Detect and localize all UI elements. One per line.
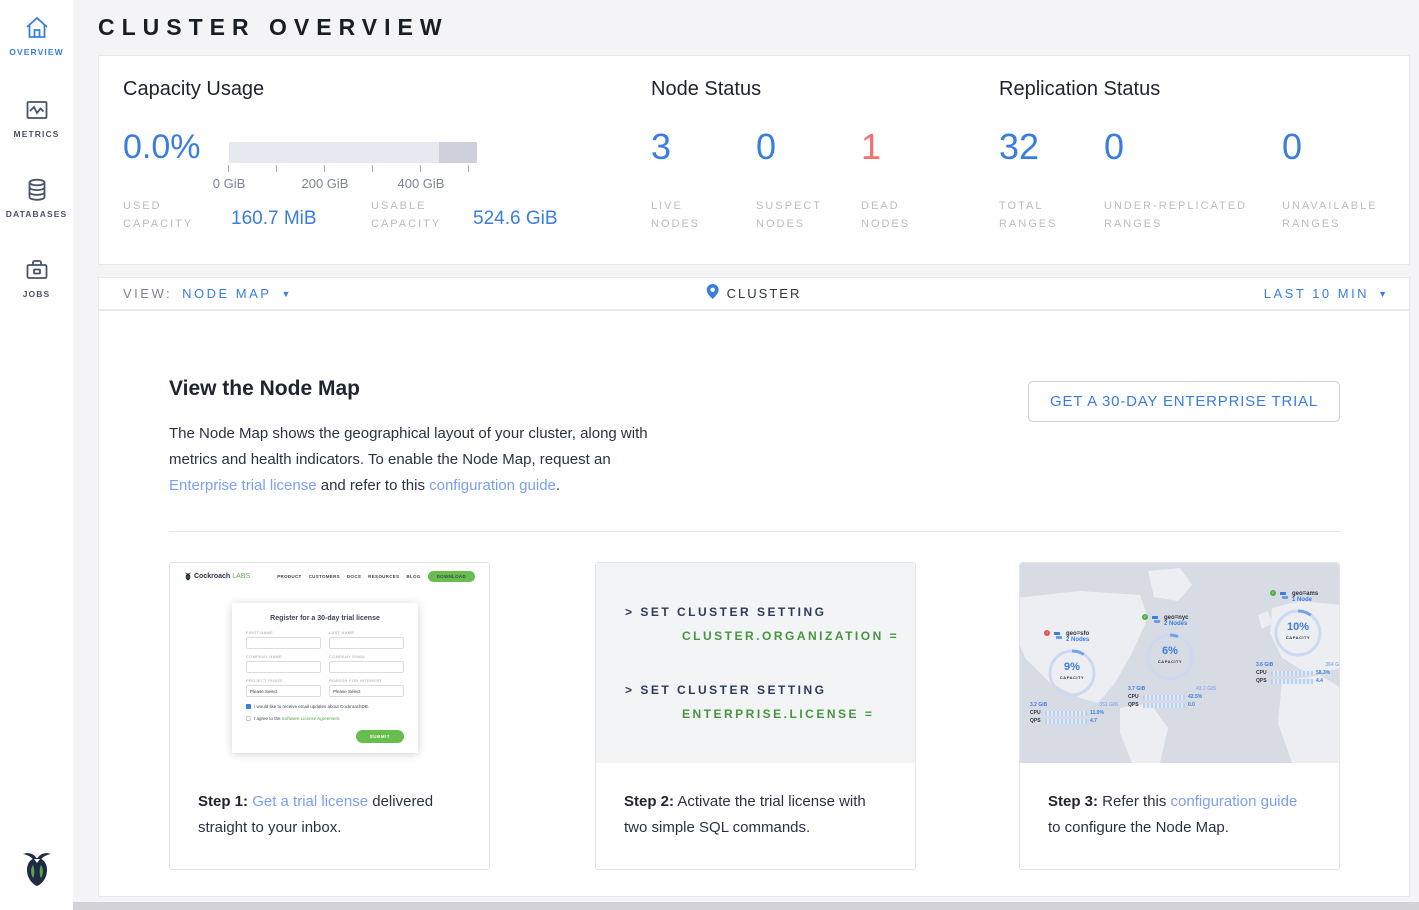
step3-caption: Step 3: Refer this configuration guide t… <box>1020 763 1339 841</box>
under-replicated-ranges-count: 0 <box>1104 128 1124 166</box>
section-title: View the Node Map <box>169 377 360 401</box>
home-icon <box>0 14 73 42</box>
sidebar-item-label: DATABASES <box>0 209 73 219</box>
dead-nodes-label: DEADNODES <box>861 197 910 233</box>
registration-screenshot: CockroachLABS PRODUCTCUSTOMERS DOCSRESOU… <box>170 563 489 763</box>
locality-ams: ✓ geo=ams 1 Node 10% CAPACITY 3.6 GiB364… <box>1256 591 1339 684</box>
usable-capacity-value: 524.6 GiB <box>473 208 558 230</box>
live-nodes-count: 3 <box>651 128 671 166</box>
capacity-donut: 10% CAPACITY <box>1270 605 1326 661</box>
usable-capacity-label: USABLECAPACITY <box>371 197 441 233</box>
metrics-icon <box>0 96 73 124</box>
step2-caption: Step 2: Activate the trial license with … <box>596 763 915 841</box>
used-capacity-label: USEDCAPACITY <box>123 197 193 233</box>
step1-card: CockroachLABS PRODUCTCUSTOMERS DOCSRESOU… <box>169 562 490 870</box>
capacity-used-percent: 0.0% <box>123 128 201 166</box>
mini-download-button: DOWNLOAD <box>428 571 475 582</box>
sidebar-item-label: METRICS <box>0 129 73 139</box>
divider <box>169 531 1340 532</box>
capacity-axis-tick: 200 GiB <box>302 176 349 191</box>
total-ranges-label: TOTALRANGES <box>999 197 1057 233</box>
sidebar-item-label: JOBS <box>0 289 73 299</box>
cluster-scope-label: CLUSTER <box>727 286 802 301</box>
registration-form: Register for a 30-day trial license FIRS… <box>232 603 418 753</box>
capacity-donut: 9% CAPACITY <box>1044 645 1100 701</box>
under-replicated-ranges-label: UNDER-REPLICATEDRANGES <box>1104 197 1247 233</box>
capacity-usage-title: Capacity Usage <box>123 78 264 101</box>
used-capacity-value: 160.7 MiB <box>231 208 317 230</box>
suspect-nodes-label: SUSPECTNODES <box>756 197 822 233</box>
locality-nyc: ✓ geo=nyc 2 Nodes 6% CAPACITY 3.7 GiB43.… <box>1128 615 1224 708</box>
page-title: CLUSTER OVERVIEW <box>98 14 449 41</box>
get-trial-license-link[interactable]: Get a trial license <box>252 793 368 810</box>
live-nodes-label: LIVENODES <box>651 197 700 233</box>
alert-badge-icon: ! <box>1044 630 1050 636</box>
dead-nodes-count: 1 <box>861 128 881 166</box>
capacity-donut: 6% CAPACITY <box>1142 629 1198 685</box>
step2-card: > SET CLUSTER SETTING CLUSTER.ORGANIZATI… <box>595 562 916 870</box>
mini-site-nav: PRODUCTCUSTOMERS DOCSRESOURCES BLOG DOWN… <box>277 571 475 582</box>
capacity-axis-tick: 400 GiB <box>398 176 445 191</box>
capacity-bar-reserved-segment <box>439 142 477 163</box>
sidebar-item-jobs[interactable]: JOBS <box>0 256 73 299</box>
view-selector-dropdown[interactable]: VIEW: NODE MAP ▼ <box>123 278 290 309</box>
sidebar-item-databases[interactable]: DATABASES <box>0 176 73 219</box>
cockroach-labs-logo-icon <box>0 847 73 896</box>
suspect-nodes-count: 0 <box>756 128 776 166</box>
briefcase-icon <box>0 256 73 284</box>
chevron-down-icon: ▼ <box>281 289 290 299</box>
locality-sfo: ! geo=sfo 2 Nodes 9% CAPACITY 3.2 GiB351… <box>1030 631 1126 724</box>
node-map-image: ! geo=sfo 2 Nodes 9% CAPACITY 3.2 GiB351… <box>1020 563 1339 763</box>
enterprise-trial-button[interactable]: GET A 30-DAY ENTERPRISE TRIAL <box>1028 381 1340 422</box>
unavailable-ranges-label: UNAVAILABLERANGES <box>1282 197 1378 233</box>
time-range-dropdown[interactable]: LAST 10 MIN ▼ <box>1264 278 1387 309</box>
sql-commands-image: > SET CLUSTER SETTING CLUSTER.ORGANIZATI… <box>596 563 915 763</box>
replication-status-title: Replication Status <box>999 78 1160 101</box>
enterprise-trial-license-link[interactable]: Enterprise trial license <box>169 477 317 494</box>
node-map-panel: View the Node Map The Node Map shows the… <box>98 310 1410 897</box>
node-status-title: Node Status <box>651 78 761 101</box>
capacity-usage-bar <box>229 142 477 163</box>
step1-caption: Step 1: Get a trial license delivered st… <box>170 763 489 841</box>
view-selected-value: NODE MAP <box>182 286 271 301</box>
bottom-strip <box>73 902 1419 910</box>
sidebar-item-label: OVERVIEW <box>0 47 73 57</box>
view-bar: VIEW: NODE MAP ▼ CLUSTER LAST 10 MIN ▼ <box>98 277 1410 310</box>
configuration-guide-link[interactable]: configuration guide <box>1171 793 1298 810</box>
capacity-axis-tick: 0 GiB <box>213 176 246 191</box>
cluster-summary-card: Capacity Usage 0.0% 0 GiB 200 GiB 400 Gi… <box>98 55 1410 265</box>
sidebar-item-metrics[interactable]: METRICS <box>0 96 73 139</box>
chevron-down-icon: ▼ <box>1378 289 1387 299</box>
healthy-badge-icon: ✓ <box>1142 614 1148 620</box>
map-pin-icon <box>707 284 719 304</box>
cockroach-labs-mini-logo: CockroachLABS <box>184 571 250 582</box>
section-description: The Node Map shows the geographical layo… <box>169 421 648 499</box>
mini-submit-button: SUBMIT <box>356 730 404 743</box>
cluster-scope: CLUSTER <box>707 278 802 309</box>
view-label: VIEW: <box>123 286 172 301</box>
sidebar-item-overview[interactable]: OVERVIEW <box>0 14 73 57</box>
unavailable-ranges-count: 0 <box>1282 128 1302 166</box>
healthy-badge-icon: ✓ <box>1270 590 1276 596</box>
total-ranges-count: 32 <box>999 128 1039 166</box>
time-range-value: LAST 10 MIN <box>1264 286 1369 301</box>
step3-card: ! geo=sfo 2 Nodes 9% CAPACITY 3.2 GiB351… <box>1019 562 1340 870</box>
database-icon <box>0 176 73 204</box>
sidebar: OVERVIEW METRICS DATABASES JOBS <box>0 0 73 910</box>
configuration-guide-link[interactable]: configuration guide <box>429 477 556 494</box>
